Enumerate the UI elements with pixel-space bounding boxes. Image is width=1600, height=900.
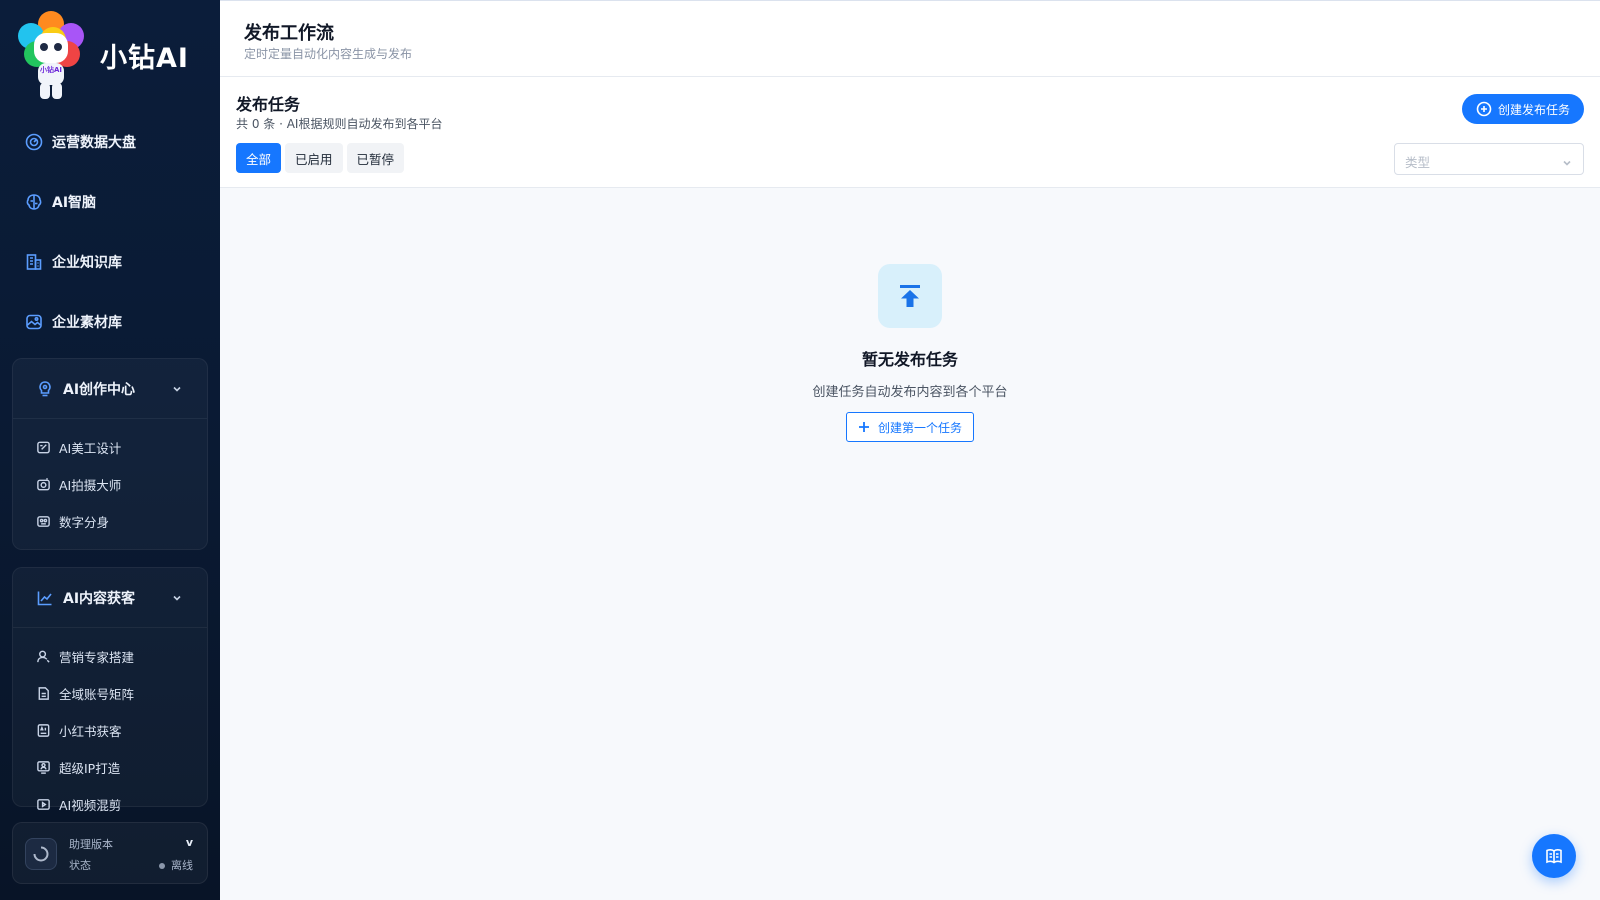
empty-state-title: 暂无发布任务 <box>861 350 958 369</box>
sidebar-item-label: 企业知识库 <box>52 255 122 271</box>
design-icon <box>35 440 51 456</box>
tab-enabled[interactable]: 已启用 <box>285 143 343 173</box>
video-icon <box>35 797 51 813</box>
page-title: 发布工作流 <box>244 23 334 44</box>
create-publish-task-button[interactable]: 创建发布任务 <box>1461 94 1584 124</box>
tab-paused[interactable]: 已暂停 <box>346 143 405 173</box>
plus-icon <box>858 421 870 433</box>
loading-spinner-icon <box>25 838 57 870</box>
sidebar-main-nav: 运营数据大盘 AI智脑 企业知识库 企业素材库 <box>0 112 220 352</box>
ai-box-icon <box>35 723 51 739</box>
create-first-task-label: 创建第一个任务 <box>877 420 962 435</box>
chart-icon <box>35 588 55 608</box>
help-guide-button[interactable] <box>1532 834 1576 878</box>
page-header: 发布工作流 定时定量自动化内容生成与发布 <box>220 0 1600 77</box>
robot-logo-icon: 小钻AI <box>18 11 84 99</box>
assistant-version-label: 助理版本 <box>69 838 113 851</box>
sidebar-group-header-ai-content[interactable]: AI内容获客 <box>13 568 207 628</box>
task-panel: 发布任务 共 0 条 · AI根据规则自动发布到各平台 创建发布任务 全部 已启… <box>220 77 1600 188</box>
sidebar-item-marketing-expert[interactable]: 营销专家搭建 <box>13 638 207 675</box>
chevron-down-icon <box>1561 154 1573 166</box>
bulb-icon <box>35 379 55 399</box>
tab-all[interactable]: 全部 <box>236 143 282 173</box>
sidebar-item-label: 运营数据大盘 <box>52 135 136 151</box>
chevron-down-icon[interactable] <box>171 383 183 395</box>
type-select-placeholder: 类型 <box>1405 155 1431 170</box>
assistant-status-value: 离线 <box>159 857 193 873</box>
page-subtitle: 定时定量自动化内容生成与发布 <box>244 47 413 61</box>
monitor-user-icon <box>35 760 51 776</box>
publish-upload-icon <box>878 264 942 328</box>
status-tabs: 全部 已启用 已暂停 <box>236 143 405 173</box>
sidebar-group-ai-creation: AI创作中心 AI美工设计 AI拍摄大师 数字分身 <box>12 358 208 550</box>
logo-tag: 小钻AI <box>40 66 63 74</box>
sidebar-sub-list: AI美工设计 AI拍摄大师 数字分身 <box>13 419 207 540</box>
dashboard-icon <box>24 132 44 152</box>
sidebar-group-header-ai-creation[interactable]: AI创作中心 <box>13 359 207 419</box>
sidebar-item-label: AI智脑 <box>52 195 97 211</box>
assistant-status-label: 状态 <box>69 859 91 872</box>
sidebar-item-label: 小红书获客 <box>59 724 122 739</box>
sidebar-item-label: AI拍摄大师 <box>59 478 122 493</box>
main-content: 发布工作流 定时定量自动化内容生成与发布 发布任务 共 0 条 · AI根据规则… <box>220 0 1600 900</box>
sidebar-item-xiaohongshu[interactable]: 小红书获客 <box>13 712 207 749</box>
sidebar-item-label: AI美工设计 <box>59 441 122 456</box>
sidebar-item-dashboard[interactable]: 运营数据大盘 <box>0 112 220 172</box>
sidebar: 小钻AI 小钻AI 运营数据大盘 AI智脑 企业知识库 企业素材库 AI创作中心… <box>0 0 220 900</box>
empty-state-description: 创建任务自动发布内容到各个平台 <box>812 385 1008 400</box>
sidebar-item-asset-library[interactable]: 企业素材库 <box>0 292 220 352</box>
brain-icon <box>24 192 44 212</box>
create-first-task-button[interactable]: 创建第一个任务 <box>846 412 974 442</box>
empty-state: 暂无发布任务 创建任务自动发布内容到各个平台 创建第一个任务 <box>220 188 1600 900</box>
sidebar-item-video-mix[interactable]: AI视频混剪 <box>13 786 207 823</box>
type-select[interactable]: 类型 <box>1394 143 1584 175</box>
sidebar-item-label: 超级IP打造 <box>59 761 121 776</box>
panel-subtitle: 共 0 条 · AI根据规则自动发布到各平台 <box>236 117 443 131</box>
assistant-version-value: v <box>185 836 193 849</box>
book-icon <box>1544 846 1564 866</box>
assistant-status-text: 离线 <box>171 859 193 872</box>
sidebar-item-ai-brain[interactable]: AI智脑 <box>0 172 220 232</box>
sidebar-item-super-ip[interactable]: 超级IP打造 <box>13 749 207 786</box>
create-publish-task-label: 创建发布任务 <box>1497 102 1570 117</box>
sidebar-item-label: 企业素材库 <box>52 315 122 331</box>
avatar-icon <box>35 514 51 530</box>
sidebar-item-ai-photo[interactable]: AI拍摄大师 <box>13 466 207 503</box>
sidebar-item-account-matrix[interactable]: 全域账号矩阵 <box>13 675 207 712</box>
sidebar-item-label: 数字分身 <box>59 515 110 530</box>
sidebar-item-label: 全域账号矩阵 <box>59 687 135 702</box>
sidebar-item-ai-design[interactable]: AI美工设计 <box>13 429 207 466</box>
sidebar-item-digital-avatar[interactable]: 数字分身 <box>13 503 207 540</box>
sidebar-sub-list: 营销专家搭建 全域账号矩阵 小红书获客 超级IP打造 AI视频混剪 <box>13 628 207 823</box>
sidebar-group-label: AI内容获客 <box>63 590 136 607</box>
plus-circle-icon <box>1476 101 1492 117</box>
camera-icon <box>35 477 51 493</box>
sidebar-group-ai-content: AI内容获客 营销专家搭建 全域账号矩阵 小红书获客 超级IP打造 AI视频混剪 <box>12 567 208 813</box>
image-icon <box>24 312 44 332</box>
brand-name: 小钻AI <box>100 42 189 74</box>
sidebar-group-label: AI创作中心 <box>63 381 136 398</box>
status-dot-icon <box>159 863 165 869</box>
user-icon <box>35 649 51 665</box>
sidebar-item-knowledge-base[interactable]: 企业知识库 <box>0 232 220 292</box>
sidebar-item-label: AI视频混剪 <box>59 798 122 813</box>
document-icon <box>35 686 51 702</box>
chevron-down-icon[interactable] <box>171 592 183 604</box>
assistant-status-card[interactable]: 助理版本 v 状态 离线 <box>12 822 208 884</box>
sidebar-item-label: 营销专家搭建 <box>59 650 135 665</box>
building-icon <box>24 252 44 272</box>
brand[interactable]: 小钻AI 小钻AI <box>18 10 189 100</box>
panel-title: 发布任务 <box>236 95 301 114</box>
